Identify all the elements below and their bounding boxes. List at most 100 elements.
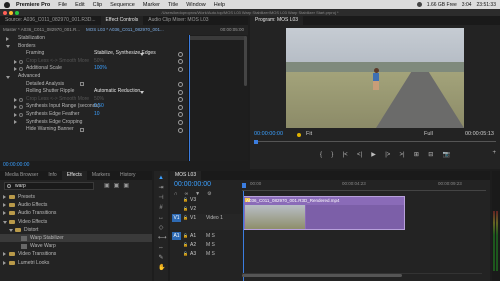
sequence-clip-label[interactable]: MOS L03 * A036_C011_082970_001... <box>86 27 192 32</box>
playhead[interactable] <box>189 35 190 169</box>
chevron-right-icon[interactable] <box>14 120 17 125</box>
effect-property-value[interactable]: 0.50 <box>94 103 104 111</box>
effect-property-row[interactable]: Borders <box>0 43 188 51</box>
menu-sequence[interactable]: Sequence <box>110 2 135 8</box>
chevron-down-icon[interactable] <box>3 220 7 224</box>
add-button-icon[interactable]: + <box>492 150 496 156</box>
extract-icon[interactable]: ⊟ <box>428 151 433 158</box>
chevron-right-icon[interactable] <box>3 211 6 216</box>
effect-property-row[interactable]: Framing Stabilize, Synthesize Edges <box>0 50 188 58</box>
chevron-down-icon[interactable] <box>9 228 13 232</box>
step-back-icon[interactable]: <| <box>357 152 362 158</box>
timeline-zoom-scroll[interactable] <box>242 273 482 277</box>
track-header[interactable]: A2 🔓 M S <box>170 241 242 250</box>
reset-icon[interactable] <box>178 51 183 57</box>
effect-keyframe-area[interactable] <box>188 35 248 169</box>
tab-markers[interactable]: Markers <box>87 171 115 180</box>
playhead-handle[interactable] <box>254 140 258 144</box>
effect-property-row[interactable]: Crop Less <-> Smooth More 50% <box>0 58 188 66</box>
reset-icon[interactable] <box>178 97 183 103</box>
source-patch-toggle[interactable]: V1 <box>172 214 181 222</box>
zoom-icon[interactable] <box>15 10 19 15</box>
track-name[interactable]: A3 <box>190 251 196 257</box>
chevron-right-icon[interactable] <box>3 252 6 257</box>
reset-icon[interactable] <box>178 120 183 126</box>
chevron-right-icon[interactable] <box>14 97 17 102</box>
program-timecode[interactable]: 00:00:00:00 <box>254 131 283 137</box>
effect-property-value[interactable]: Stabilize, Synthesize Edges <box>94 50 156 58</box>
yuv-effects-icon[interactable]: ▣ <box>123 182 129 189</box>
selection-tool-icon[interactable]: ▲ <box>158 175 164 181</box>
effect-property-row[interactable]: Synthesis Edge Feather 10 <box>0 111 188 119</box>
lift-icon[interactable]: ⊞ <box>414 151 419 158</box>
lock-icon[interactable]: 🔓 <box>183 251 188 256</box>
reset-icon[interactable] <box>178 59 183 65</box>
effect-property-row[interactable]: Stabilization <box>0 35 188 43</box>
chevron-right-icon[interactable] <box>3 260 6 265</box>
tab-effect-controls[interactable]: Effect Controls <box>100 16 144 25</box>
effects-tree-item[interactable]: Wave Warp <box>0 242 152 250</box>
track-name[interactable]: A2 <box>190 242 196 248</box>
timeline-timecode[interactable]: 00:00:00:00 <box>174 181 211 188</box>
effects-tree-item[interactable]: Distort <box>0 226 152 234</box>
resolution-select[interactable]: Full <box>424 131 433 137</box>
video-clip[interactable]: A036_C011_082970_001.R3D_Rendered.mp4 <box>243 196 405 230</box>
tab-sequence[interactable]: MOS L03 <box>170 171 202 180</box>
reset-icon[interactable] <box>178 104 183 110</box>
chevron-down-icon[interactable] <box>6 45 10 49</box>
effect-property-value[interactable]: 50% <box>94 96 104 104</box>
go-to-out-icon[interactable]: >| <box>400 152 405 158</box>
effect-controls-timecode[interactable]: 00:00:00:00 <box>0 161 248 169</box>
rate-stretch-tool-icon[interactable]: ↔ <box>158 215 164 221</box>
stopwatch-icon[interactable] <box>19 59 23 64</box>
effect-property-row[interactable]: Synthesis Input Range (seconds) 0.50 <box>0 103 188 111</box>
playhead-handle[interactable] <box>242 183 246 188</box>
rolling-edit-tool-icon[interactable]: # <box>158 205 164 211</box>
effect-property-row[interactable]: Hide Warning Banner <box>0 126 188 134</box>
export-frame-icon[interactable]: 📷 <box>443 151 450 158</box>
chevron-down-icon[interactable] <box>6 75 10 79</box>
tab-effects[interactable]: Effects <box>61 171 87 180</box>
effects-tree-item[interactable]: Lumetri Looks <box>0 259 152 267</box>
source-patch-toggle[interactable]: A1 <box>172 232 181 240</box>
effect-property-value[interactable]: 100% <box>94 65 107 73</box>
checkbox[interactable] <box>80 82 84 87</box>
menu-file[interactable]: File <box>58 2 67 8</box>
effects-tree-item[interactable]: Video Effects <box>0 218 152 226</box>
vertical-scrollbar[interactable] <box>244 36 247 86</box>
tab-audio-clip-mixer[interactable]: Audio Clip Mixer: MOS L03 <box>143 16 213 25</box>
tab-media-browser[interactable]: Media Browser <box>0 171 43 180</box>
effects-tree-item[interactable]: Audio Effects <box>0 201 152 209</box>
master-clip-label[interactable]: Master * A036_C011_082970_001.R... <box>0 27 86 32</box>
effect-property-value[interactable]: 50% <box>94 58 104 66</box>
program-scrubber[interactable] <box>254 140 496 144</box>
razor-tool-icon[interactable]: ◇ <box>158 225 164 231</box>
menu-marker[interactable]: Marker <box>143 2 160 8</box>
effects-tree-item[interactable]: Presets <box>0 193 152 201</box>
go-to-in-icon[interactable]: |< <box>343 152 348 158</box>
accelerated-effects-icon[interactable]: ▣ <box>104 182 110 189</box>
chevron-right-icon[interactable] <box>6 36 9 41</box>
chevron-right-icon[interactable] <box>14 105 17 110</box>
track-header[interactable]: A1 A1 🔓 M S <box>170 232 242 241</box>
menu-title[interactable]: Title <box>168 2 178 8</box>
lock-icon[interactable]: 🔓 <box>183 215 188 220</box>
minimize-icon[interactable] <box>9 10 13 15</box>
video-frame[interactable] <box>286 28 464 128</box>
close-icon[interactable] <box>3 10 7 15</box>
menu-edit[interactable]: Edit <box>75 2 84 8</box>
lock-icon[interactable]: 🔓 <box>183 197 188 202</box>
track-name[interactable]: V3 <box>190 197 196 203</box>
tab-program[interactable]: Program: MOS L03 <box>250 16 304 25</box>
step-forward-icon[interactable]: |> <box>385 152 390 158</box>
reset-icon[interactable] <box>178 82 183 88</box>
effect-property-row[interactable]: Crop Less <-> Smooth More 50% <box>0 96 188 104</box>
chevron-right-icon[interactable] <box>3 195 6 200</box>
track-name[interactable]: A1 <box>190 233 196 239</box>
chevron-right-icon[interactable] <box>3 203 6 208</box>
track-header[interactable]: A3 🔓 M S <box>170 250 242 259</box>
chevron-right-icon[interactable] <box>14 67 17 72</box>
stopwatch-icon[interactable] <box>19 97 23 102</box>
zoom-bar[interactable] <box>242 274 402 277</box>
track-name[interactable]: V2 <box>190 206 196 212</box>
